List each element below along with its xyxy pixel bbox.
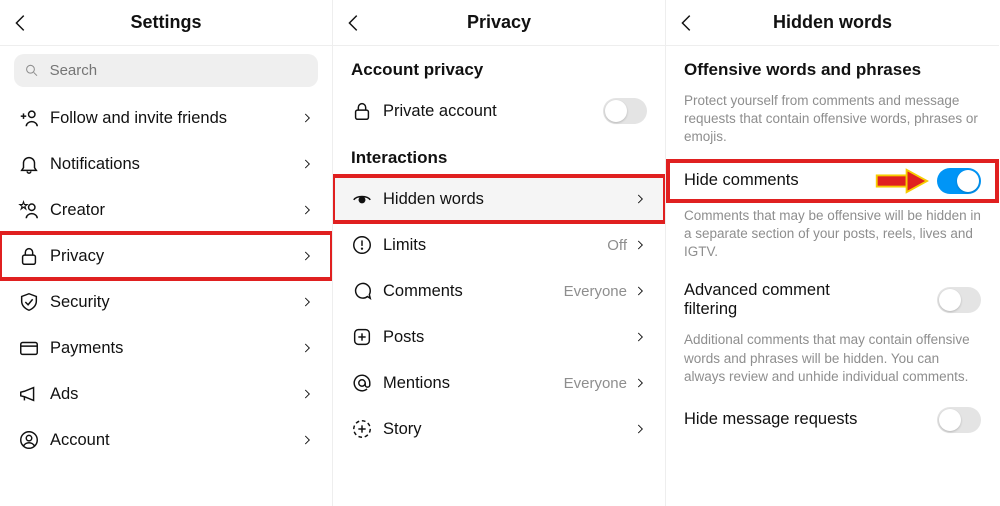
back-button[interactable] [10, 0, 32, 46]
attention-arrow-icon [873, 167, 929, 195]
private-account-row[interactable]: Private account [333, 88, 665, 134]
chevron-right-icon [633, 422, 647, 436]
search-icon [24, 62, 40, 79]
chevron-right-icon [633, 284, 647, 298]
privacy-header: Privacy [333, 0, 665, 46]
eye-hidden-icon [351, 188, 377, 210]
page-title: Settings [130, 12, 201, 33]
row-label: Hide comments [684, 171, 799, 190]
chevron-right-icon [300, 295, 314, 309]
chevron-right-icon [633, 376, 647, 390]
comment-icon [351, 280, 377, 302]
advanced-filtering-description: Additional comments that may contain off… [666, 327, 999, 398]
privacy-item-hidden-words[interactable]: Hidden words [333, 176, 665, 222]
row-label: Follow and invite friends [44, 109, 300, 128]
settings-panel: Settings Follow and invite friends Notif… [0, 0, 333, 506]
settings-item-ads[interactable]: Ads [0, 371, 332, 417]
row-label: Privacy [44, 247, 300, 266]
search-field[interactable] [14, 54, 318, 87]
chevron-left-icon [676, 12, 698, 34]
chevron-right-icon [300, 433, 314, 447]
row-label: Ads [44, 385, 300, 404]
row-label: Advanced comment filtering [684, 281, 884, 319]
settings-header: Settings [0, 0, 332, 46]
add-people-icon [18, 107, 44, 129]
section-offensive: Offensive words and phrases [666, 46, 999, 88]
account-icon [18, 429, 44, 451]
row-label: Hide message requests [684, 410, 857, 429]
row-label: Notifications [44, 155, 300, 174]
advanced-filtering-toggle[interactable] [937, 287, 981, 313]
hide-comments-description: Comments that may be offensive will be h… [666, 203, 999, 274]
lock-icon [351, 100, 377, 122]
row-label: Payments [44, 339, 300, 358]
section-interactions: Interactions [333, 134, 665, 176]
settings-item-privacy[interactable]: Privacy [0, 233, 332, 279]
chevron-right-icon [300, 387, 314, 401]
chevron-left-icon [10, 12, 32, 34]
private-account-toggle[interactable] [603, 98, 647, 124]
privacy-item-comments[interactable]: Comments Everyone [333, 268, 665, 314]
chevron-right-icon [633, 192, 647, 206]
card-icon [18, 337, 44, 359]
settings-item-notifications[interactable]: Notifications [0, 141, 332, 187]
bell-icon [18, 153, 44, 175]
row-value: Everyone [564, 375, 627, 392]
at-icon [351, 372, 377, 394]
row-label: Account [44, 431, 300, 450]
offensive-description: Protect yourself from comments and messa… [666, 88, 999, 159]
chevron-right-icon [300, 111, 314, 125]
row-label: Comments [377, 282, 564, 301]
settings-item-account[interactable]: Account [0, 417, 332, 463]
row-value: Off [607, 237, 627, 254]
hide-message-requests-row[interactable]: Hide message requests [666, 398, 999, 442]
row-label: Posts [377, 328, 633, 347]
back-button[interactable] [343, 0, 365, 46]
settings-item-security[interactable]: Security [0, 279, 332, 325]
row-label: Mentions [377, 374, 564, 393]
chevron-right-icon [300, 341, 314, 355]
shield-icon [18, 291, 44, 313]
search-input[interactable] [48, 61, 308, 80]
settings-item-payments[interactable]: Payments [0, 325, 332, 371]
limits-icon [351, 234, 377, 256]
row-label: Private account [377, 102, 603, 121]
star-person-icon [18, 199, 44, 221]
chevron-right-icon [300, 203, 314, 217]
chevron-right-icon [633, 330, 647, 344]
privacy-item-limits[interactable]: Limits Off [333, 222, 665, 268]
page-title: Hidden words [773, 12, 892, 33]
settings-item-creator[interactable]: Creator [0, 187, 332, 233]
hide-comments-toggle[interactable] [937, 168, 981, 194]
chevron-right-icon [300, 157, 314, 171]
hidden-words-header: Hidden words [666, 0, 999, 46]
story-icon [351, 418, 377, 440]
hide-comments-row[interactable]: Hide comments [666, 159, 999, 203]
privacy-item-story[interactable]: Story [333, 406, 665, 452]
hide-message-requests-toggle[interactable] [937, 407, 981, 433]
advanced-filtering-row[interactable]: Advanced comment filtering [666, 273, 999, 327]
megaphone-icon [18, 383, 44, 405]
row-label: Creator [44, 201, 300, 220]
privacy-item-mentions[interactable]: Mentions Everyone [333, 360, 665, 406]
page-title: Privacy [467, 12, 531, 33]
privacy-item-posts[interactable]: Posts [333, 314, 665, 360]
back-button[interactable] [676, 0, 698, 46]
privacy-panel: Privacy Account privacy Private account … [333, 0, 666, 506]
settings-item-follow[interactable]: Follow and invite friends [0, 95, 332, 141]
row-value: Everyone [564, 283, 627, 300]
chevron-right-icon [633, 238, 647, 252]
row-label: Hidden words [377, 190, 633, 209]
chevron-left-icon [343, 12, 365, 34]
plus-square-icon [351, 326, 377, 348]
section-account-privacy: Account privacy [333, 46, 665, 88]
row-label: Security [44, 293, 300, 312]
row-label: Story [377, 420, 633, 439]
chevron-right-icon [300, 249, 314, 263]
lock-icon [18, 245, 44, 267]
hidden-words-panel: Hidden words Offensive words and phrases… [666, 0, 999, 506]
row-label: Limits [377, 236, 607, 255]
